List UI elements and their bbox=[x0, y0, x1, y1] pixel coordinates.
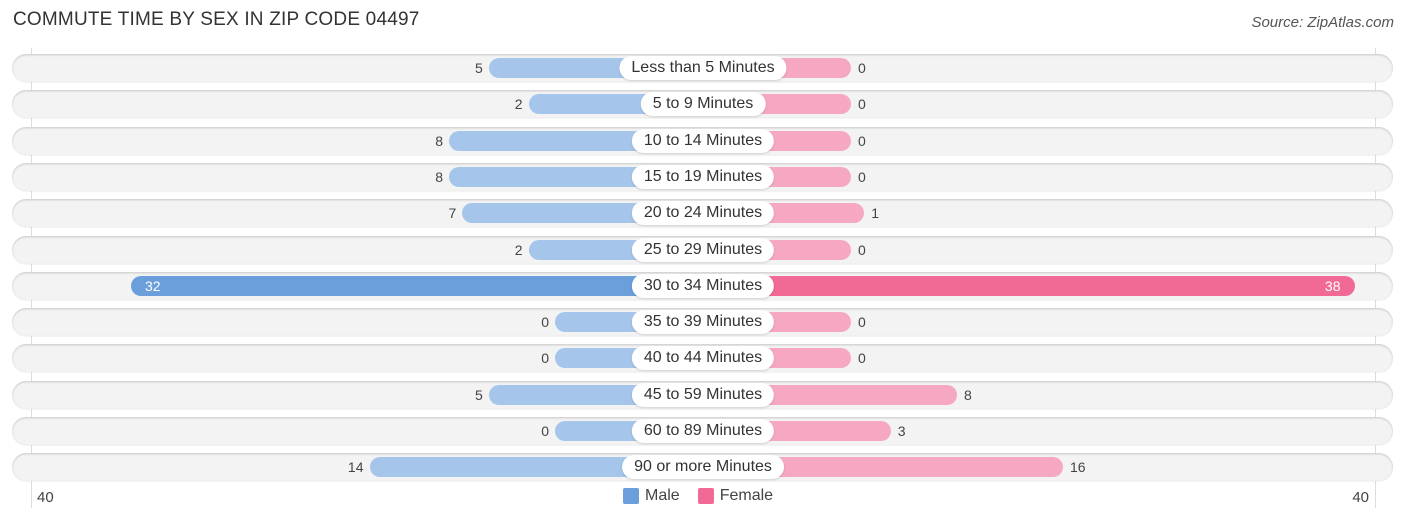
value-label-female: 0 bbox=[858, 314, 866, 330]
legend: Male Female bbox=[623, 487, 783, 505]
legend-swatch-female bbox=[697, 488, 714, 504]
value-label-female: 38 bbox=[1324, 278, 1341, 294]
category-label: 40 to 44 Minutes bbox=[631, 346, 775, 370]
legend-label-female: Female bbox=[719, 487, 774, 504]
category-label: 15 to 19 Minutes bbox=[631, 165, 775, 189]
category-label: 5 to 9 Minutes bbox=[640, 92, 766, 116]
legend-item-female: Female bbox=[697, 487, 774, 505]
value-label-female: 0 bbox=[858, 242, 866, 258]
value-label-male: 2 bbox=[514, 96, 523, 112]
value-label-female: 3 bbox=[897, 423, 906, 439]
value-label-male: 7 bbox=[448, 205, 457, 221]
chart-title: COMMUTE TIME BY SEX IN ZIP CODE 04497 bbox=[13, 9, 420, 30]
bar-male bbox=[131, 276, 703, 296]
category-label: 45 to 59 Minutes bbox=[631, 383, 775, 407]
axis-label-right: 40 bbox=[1352, 489, 1369, 506]
category-label: 90 or more Minutes bbox=[622, 455, 784, 479]
axis-label-left: 40 bbox=[37, 489, 54, 506]
category-label: 10 to 14 Minutes bbox=[631, 129, 775, 153]
value-label-male: 2 bbox=[514, 242, 523, 258]
value-label-male: 0 bbox=[541, 350, 549, 366]
value-label-female: 16 bbox=[1070, 459, 1086, 475]
category-label: 30 to 34 Minutes bbox=[631, 274, 775, 298]
legend-swatch-male bbox=[623, 488, 639, 504]
value-label-male: 14 bbox=[347, 459, 364, 475]
chart-root: COMMUTE TIME BY SEX IN ZIP CODE 04497 So… bbox=[0, 0, 1406, 523]
value-label-female: 0 bbox=[858, 60, 866, 76]
category-label: 60 to 89 Minutes bbox=[631, 419, 775, 443]
value-label-female: 1 bbox=[871, 205, 880, 221]
category-label: 25 to 29 Minutes bbox=[631, 238, 775, 262]
source-label: Source: ZipAtlas.com bbox=[1251, 14, 1394, 31]
value-label-male: 32 bbox=[145, 278, 161, 294]
value-label-male: 5 bbox=[474, 60, 483, 76]
legend-label-male: Male bbox=[645, 487, 680, 504]
bar-female bbox=[703, 276, 1355, 296]
legend-item-male: Male bbox=[623, 487, 680, 505]
value-label-male: 8 bbox=[435, 133, 443, 149]
value-label-female: 0 bbox=[858, 133, 866, 149]
value-label-male: 5 bbox=[474, 387, 483, 403]
value-label-female: 8 bbox=[964, 387, 972, 403]
category-label: 35 to 39 Minutes bbox=[631, 310, 775, 334]
value-label-female: 0 bbox=[858, 96, 866, 112]
value-label-male: 0 bbox=[541, 314, 549, 330]
category-label: Less than 5 Minutes bbox=[619, 56, 787, 80]
value-label-female: 0 bbox=[858, 350, 866, 366]
value-label-male: 8 bbox=[435, 169, 443, 185]
value-label-female: 0 bbox=[858, 169, 866, 185]
value-label-male: 0 bbox=[541, 423, 549, 439]
category-label: 20 to 24 Minutes bbox=[631, 201, 775, 225]
